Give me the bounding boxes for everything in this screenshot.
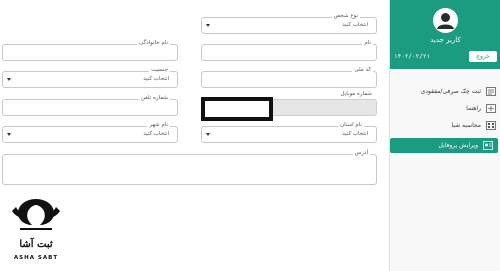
checklist-icon — [486, 87, 496, 96]
brand-logo: ثبت آشا ASHA SABT — [8, 195, 68, 265]
select-value: انتخاب کنید — [342, 131, 368, 137]
person-type-label: نوع شخص — [331, 13, 360, 20]
mobile-label: شماره موبایل — [340, 91, 372, 97]
help-icon — [486, 104, 496, 113]
sidebar: کاربر جدید ۱۴۰۲/۰۲/۲۱ خروج ثبت چک صرفی/م… — [389, 0, 500, 271]
address-textarea[interactable] — [2, 154, 377, 185]
logo-text-en: ASHA SABT — [13, 255, 59, 261]
sidebar-item-edit-profile[interactable]: ویرایش پروفایل — [390, 138, 498, 153]
national-code-input[interactable] — [201, 71, 377, 88]
chevron-down-icon — [7, 133, 11, 136]
address-label: آدرس — [352, 150, 370, 157]
first-name-input[interactable] — [201, 44, 377, 61]
province-label: نام استان — [338, 122, 364, 129]
sidebar-item-sheba[interactable]: محاسبه شبا — [390, 118, 500, 133]
user-avatar-icon — [433, 8, 458, 33]
sidebar-item-help[interactable]: راهنما — [390, 101, 500, 116]
sidebar-item-label: ویرایش پروفایل — [438, 142, 478, 149]
chevron-down-icon — [206, 24, 210, 27]
select-value: انتخاب کنید — [143, 131, 169, 137]
select-value: انتخاب کنید — [143, 76, 169, 82]
avatar — [433, 8, 458, 33]
chevron-down-icon — [206, 133, 210, 136]
gender-label: جنسیت — [148, 67, 170, 74]
national-code-label: کد ملی — [352, 67, 373, 74]
phone-label: شماره تلفن — [138, 95, 170, 102]
profile-page: کاربر جدید ۱۴۰۲/۰۲/۲۱ خروج ثبت چک صرفی/م… — [0, 0, 500, 271]
chevron-down-icon — [7, 78, 11, 81]
sidebar-item-label: محاسبه شبا — [451, 122, 481, 129]
calculator-icon — [486, 121, 496, 130]
sidebar-item-check-register[interactable]: ثبت چک صرفی/مفقودی — [390, 84, 500, 99]
profile-icon — [483, 141, 493, 150]
first-name-label: نام — [362, 40, 373, 47]
user-name: کاربر جدید — [430, 36, 461, 44]
asha-logo-icon — [12, 199, 60, 230]
last-name-label: نام خانوادگی — [137, 40, 170, 47]
city-label: نام شهر — [147, 122, 170, 129]
redaction-box — [201, 97, 273, 121]
user-panel: کاربر جدید ۱۴۰۲/۰۲/۲۱ خروج — [390, 0, 500, 69]
logo-text-fa: ثبت آشا — [19, 239, 53, 250]
user-date: ۱۴۰۲/۰۲/۲۱ — [394, 53, 431, 60]
select-value: انتخاب کنید — [342, 22, 368, 28]
logout-button[interactable]: خروج — [469, 51, 497, 62]
sidebar-item-label: راهنما — [466, 105, 481, 112]
sidebar-item-label: ثبت چک صرفی/مفقودی — [420, 88, 481, 95]
